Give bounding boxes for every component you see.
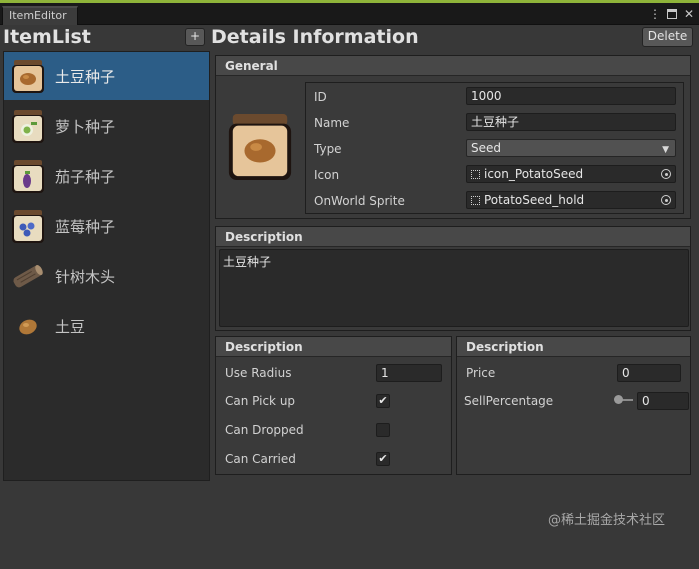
icon-label: Icon bbox=[314, 168, 340, 182]
icon-row: Icon icon_PotatoSeed bbox=[306, 164, 683, 186]
can-pickup-row: Can Pick up ✔ bbox=[216, 391, 451, 413]
sell-percentage-row: SellPercentage 0 bbox=[457, 391, 690, 413]
add-item-button[interactable]: + bbox=[185, 28, 205, 46]
list-item[interactable]: 蓝莓种子 bbox=[4, 202, 209, 250]
list-item[interactable]: 土豆种子 bbox=[4, 52, 209, 100]
list-item-label: 土豆 bbox=[55, 318, 86, 336]
log-icon bbox=[13, 265, 43, 288]
list-item-label: 萝卜种子 bbox=[55, 118, 116, 136]
window-tab[interactable]: ItemEditor bbox=[2, 6, 78, 26]
use-radius-field[interactable]: 1 bbox=[376, 364, 442, 382]
name-field[interactable]: 土豆种子 bbox=[466, 113, 676, 131]
name-label: Name bbox=[314, 116, 350, 130]
price-row: Price 0 bbox=[457, 363, 690, 385]
type-dropdown[interactable]: Seed ▼ bbox=[466, 139, 676, 157]
sprite-object-icon bbox=[471, 170, 480, 179]
item-preview-icon bbox=[228, 113, 292, 181]
description-header: Description bbox=[216, 227, 690, 247]
can-pickup-label: Can Pick up bbox=[225, 394, 296, 408]
sprite-row: OnWorld Sprite PotatoSeed_hold bbox=[306, 190, 683, 212]
can-pickup-checkbox[interactable]: ✔ bbox=[376, 394, 390, 408]
sprite-label: OnWorld Sprite bbox=[314, 194, 405, 208]
description-section: Description 土豆种子 bbox=[215, 226, 691, 331]
general-section: General ID 1000 Name 土豆种子 Type Seed ▼ Ic… bbox=[215, 55, 691, 219]
can-carried-label: Can Carried bbox=[225, 452, 296, 466]
properties-right-section: Description Price 0 SellPercentage 0 bbox=[456, 336, 691, 475]
sell-percentage-slider-handle[interactable] bbox=[614, 395, 623, 404]
list-item[interactable]: 茄子种子 bbox=[4, 152, 209, 200]
potato-icon bbox=[19, 319, 37, 335]
general-fields: ID 1000 Name 土豆种子 Type Seed ▼ Icon icon_… bbox=[305, 82, 684, 214]
properties-left-section: Description Use Radius 1 Can Pick up ✔ C… bbox=[215, 336, 452, 475]
sell-percentage-label: SellPercentage bbox=[464, 394, 554, 408]
editor-content: ItemList + Details Information Delete 土豆… bbox=[0, 25, 699, 569]
maximize-icon[interactable] bbox=[667, 9, 677, 19]
list-item[interactable]: 土豆 bbox=[4, 302, 209, 350]
dropdown-arrow-icon: ▼ bbox=[662, 145, 669, 155]
list-item[interactable]: 萝卜种子 bbox=[4, 102, 209, 150]
blueberry-seed-bag-icon bbox=[12, 210, 44, 243]
icon-value: icon_PotatoSeed bbox=[484, 167, 584, 181]
use-radius-row: Use Radius 1 bbox=[216, 363, 451, 385]
details-title: Details Information bbox=[211, 26, 419, 48]
sprite-object-icon bbox=[471, 196, 480, 205]
radish-seed-bag-icon bbox=[12, 110, 44, 143]
object-picker-icon[interactable] bbox=[661, 169, 671, 179]
name-row: Name 土豆种子 bbox=[306, 112, 683, 134]
properties-right-header: Description bbox=[457, 337, 690, 357]
potato-seed-bag-icon bbox=[12, 60, 44, 93]
icon-object-field[interactable]: icon_PotatoSeed bbox=[466, 165, 676, 183]
eggplant-seed-bag-icon bbox=[12, 160, 44, 193]
can-dropped-checkbox[interactable] bbox=[376, 423, 390, 437]
list-item-label: 针树木头 bbox=[55, 268, 116, 286]
sell-percentage-field[interactable]: 0 bbox=[637, 392, 689, 410]
item-list: 土豆种子 萝卜种子 茄子种子 蓝莓种子 针树木头 土豆 bbox=[3, 51, 210, 481]
general-header: General bbox=[216, 56, 690, 76]
id-field[interactable]: 1000 bbox=[466, 87, 676, 105]
description-textarea[interactable]: 土豆种子 bbox=[219, 249, 689, 327]
list-item[interactable]: 针树木头 bbox=[4, 252, 209, 300]
can-dropped-row: Can Dropped bbox=[216, 420, 451, 442]
delete-button[interactable]: Delete bbox=[642, 27, 693, 47]
sprite-object-field[interactable]: PotatoSeed_hold bbox=[466, 191, 676, 209]
type-label: Type bbox=[314, 142, 342, 156]
itemlist-title: ItemList bbox=[3, 26, 91, 48]
can-dropped-label: Can Dropped bbox=[225, 423, 304, 437]
price-label: Price bbox=[466, 366, 496, 380]
id-row: ID 1000 bbox=[306, 86, 683, 108]
object-picker-icon[interactable] bbox=[661, 195, 671, 205]
close-icon[interactable]: ✕ bbox=[683, 8, 695, 20]
sprite-value: PotatoSeed_hold bbox=[484, 193, 585, 207]
can-carried-row: Can Carried ✔ bbox=[216, 449, 451, 471]
more-options-icon[interactable]: ⋮ bbox=[649, 8, 661, 20]
id-label: ID bbox=[314, 90, 327, 104]
price-field[interactable]: 0 bbox=[617, 364, 681, 382]
list-item-label: 蓝莓种子 bbox=[55, 218, 116, 236]
list-item-label: 土豆种子 bbox=[55, 68, 116, 86]
list-item-label: 茄子种子 bbox=[55, 168, 116, 186]
can-carried-checkbox[interactable]: ✔ bbox=[376, 452, 390, 466]
type-value: Seed bbox=[471, 141, 501, 155]
use-radius-label: Use Radius bbox=[225, 366, 292, 380]
window-tab-bar: ItemEditor ⋮ ✕ bbox=[0, 3, 699, 26]
properties-left-header: Description bbox=[216, 337, 451, 357]
window-controls: ⋮ ✕ bbox=[649, 8, 695, 20]
type-row: Type Seed ▼ bbox=[306, 138, 683, 160]
watermark: @稀土掘金技术社区 bbox=[548, 513, 666, 528]
